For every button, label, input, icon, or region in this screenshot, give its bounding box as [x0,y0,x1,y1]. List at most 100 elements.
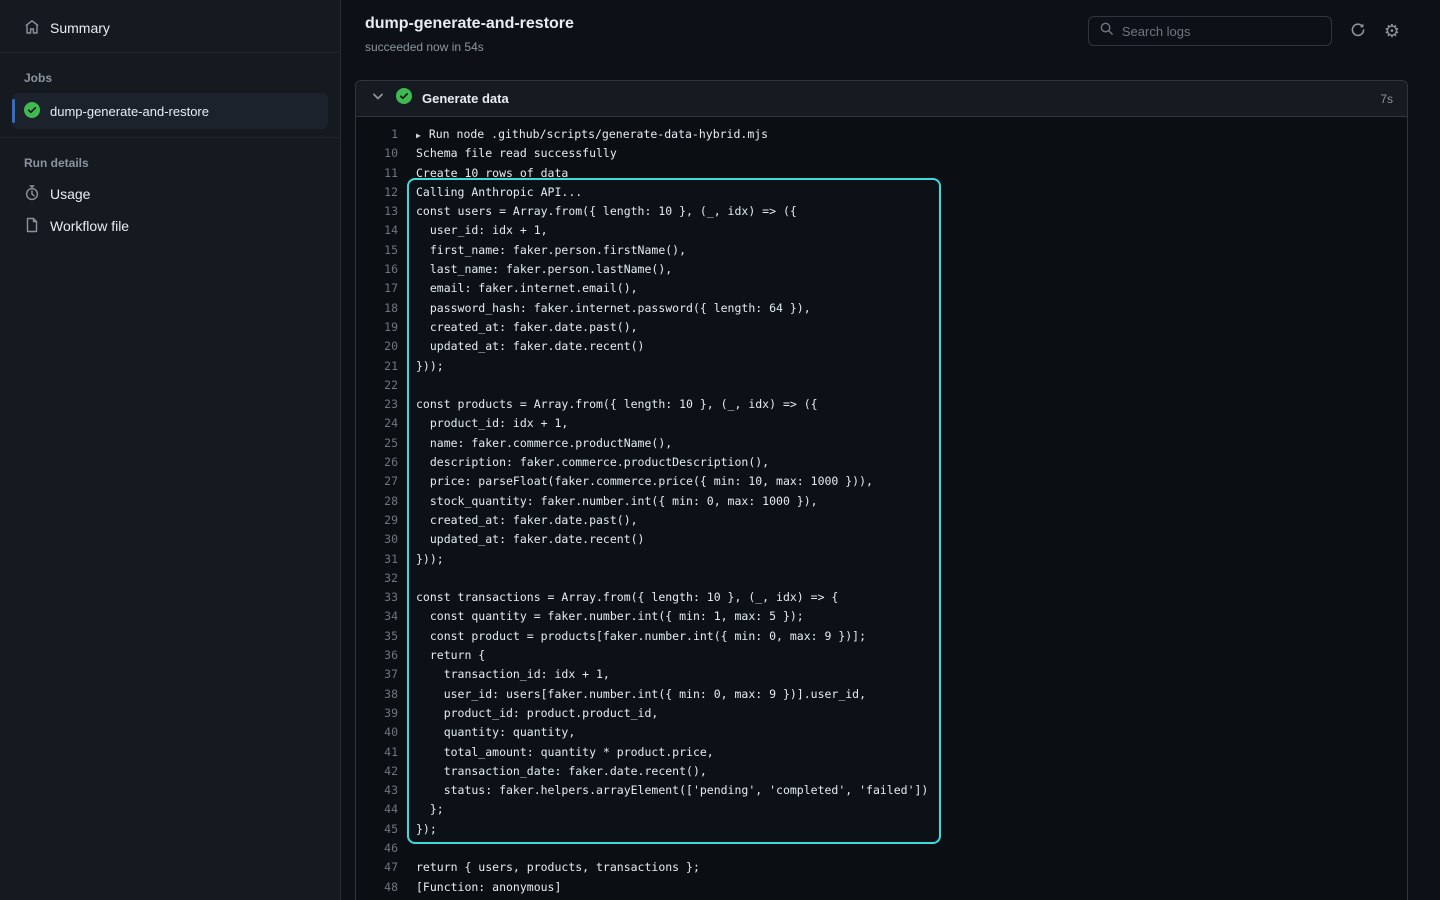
log-line: 34 const quantity = faker.number.int({ m… [356,607,1407,626]
line-text: [Function: anonymous] [398,878,561,897]
refresh-icon [1350,22,1366,41]
line-text: last_name: faker.person.lastName(), [398,260,672,279]
line-number[interactable]: 43 [356,781,398,800]
line-number[interactable]: 16 [356,260,398,279]
refresh-button[interactable] [1350,22,1366,41]
log-line: 28 stock_quantity: faker.number.int({ mi… [356,492,1407,511]
log-line: 21})); [356,357,1407,376]
line-number[interactable]: 47 [356,858,398,877]
line-number[interactable]: 46 [356,839,398,858]
step-title: Generate data [422,91,509,106]
log-line: 45}); [356,820,1407,839]
log-line: 24 product_id: idx + 1, [356,414,1407,433]
line-number[interactable]: 11 [356,164,398,183]
line-number[interactable]: 35 [356,627,398,646]
sidebar-item-summary[interactable]: Summary [12,12,328,44]
search-logs-input[interactable] [1122,24,1321,39]
log-line: 39 product_id: product.product_id, [356,704,1407,723]
line-number[interactable]: 1 [356,125,398,144]
line-text: Schema file read successfully [398,144,617,163]
log-line: 32 [356,569,1407,588]
line-number[interactable]: 27 [356,472,398,491]
sidebar: Summary Jobs dump-generate-and-restore R… [0,0,341,900]
line-text: price: parseFloat(faker.commerce.price({… [398,472,873,491]
step-duration: 7s [1380,92,1393,106]
line-number[interactable]: 33 [356,588,398,607]
line-number[interactable]: 41 [356,743,398,762]
sidebar-item-usage[interactable]: Usage [12,178,328,210]
line-number[interactable]: 20 [356,337,398,356]
line-number[interactable]: 38 [356,685,398,704]
line-text: const quantity = faker.number.int({ min:… [398,607,804,626]
line-number[interactable]: 44 [356,800,398,819]
line-number[interactable]: 24 [356,414,398,433]
line-number[interactable]: 23 [356,395,398,414]
line-number[interactable]: 17 [356,279,398,298]
line-number[interactable]: 13 [356,202,398,221]
line-number[interactable]: 34 [356,607,398,626]
sidebar-divider [0,137,340,138]
chevron-down-icon[interactable] [370,88,386,109]
line-text: transaction_id: idx + 1, [398,665,610,684]
line-number[interactable]: 37 [356,665,398,684]
sidebar-usage-label: Usage [50,186,90,202]
log-line: 12Calling Anthropic API... [356,183,1407,202]
log-line: 17 email: faker.internet.email(), [356,279,1407,298]
line-number[interactable]: 48 [356,878,398,897]
run-details-section-label: Run details [0,146,340,178]
step-header[interactable]: Generate data 7s [356,81,1407,117]
line-text: first_name: faker.person.firstName(), [398,241,686,260]
line-number[interactable]: 39 [356,704,398,723]
file-icon [24,217,40,236]
log-line: 27 price: parseFloat(faker.commerce.pric… [356,472,1407,491]
line-number[interactable]: 26 [356,453,398,472]
line-text: description: faker.commerce.productDescr… [398,453,769,472]
line-number[interactable]: 12 [356,183,398,202]
sidebar-item-workflow-file[interactable]: Workflow file [12,210,328,242]
line-text: quantity: quantity, [398,723,575,742]
line-number[interactable]: 29 [356,511,398,530]
line-text: name: faker.commerce.productName(), [398,434,672,453]
log-line: 30 updated_at: faker.date.recent() [356,530,1407,549]
line-number[interactable]: 32 [356,569,398,588]
log-line: 22 [356,376,1407,395]
log-line: 16 last_name: faker.person.lastName(), [356,260,1407,279]
check-circle-icon [24,102,40,121]
line-number[interactable]: 22 [356,376,398,395]
line-number[interactable]: 14 [356,221,398,240]
line-number[interactable]: 15 [356,241,398,260]
log-line: 48[Function: anonymous] [356,878,1407,897]
line-number[interactable]: 31 [356,550,398,569]
line-number[interactable]: 21 [356,357,398,376]
main-area: dump-generate-and-restore succeeded now … [341,0,1440,900]
log-line: 46 [356,839,1407,858]
sidebar-item-job[interactable]: dump-generate-and-restore [12,93,328,129]
line-text: const product = products[faker.number.in… [398,627,866,646]
line-number[interactable]: 10 [356,144,398,163]
log-line[interactable]: 1▶Run node .github/scripts/generate-data… [356,125,1407,144]
log-line: 31})); [356,550,1407,569]
line-text: Create 10 rows of data [398,164,568,183]
search-logs-box[interactable] [1088,16,1332,46]
log-line: 42 transaction_date: faker.date.recent()… [356,762,1407,781]
line-number[interactable]: 28 [356,492,398,511]
line-number[interactable]: 36 [356,646,398,665]
line-number[interactable]: 30 [356,530,398,549]
jobs-section-label: Jobs [0,61,340,93]
line-number[interactable]: 42 [356,762,398,781]
app-window: Summary Jobs dump-generate-and-restore R… [0,0,1440,900]
log-line: 33const transactions = Array.from({ leng… [356,588,1407,607]
line-number[interactable]: 18 [356,299,398,318]
line-number[interactable]: 40 [356,723,398,742]
log-line: 23const products = Array.from({ length: … [356,395,1407,414]
sidebar-divider [0,52,340,53]
line-number[interactable]: 45 [356,820,398,839]
line-text: created_at: faker.date.past(), [398,318,638,337]
log-line: 13const users = Array.from({ length: 10 … [356,202,1407,221]
line-number[interactable]: 19 [356,318,398,337]
settings-button[interactable]: ⚙ [1384,23,1400,39]
line-text [398,569,416,588]
line-number[interactable]: 25 [356,434,398,453]
line-text: updated_at: faker.date.recent() [398,530,644,549]
home-icon [24,19,40,38]
